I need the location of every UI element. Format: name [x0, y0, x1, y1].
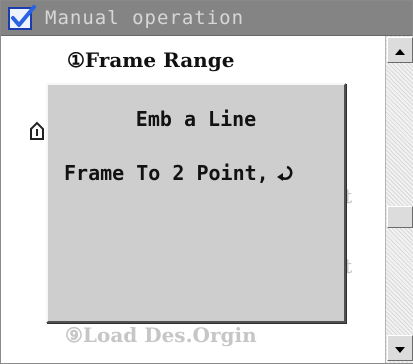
menu-item-frame-range[interactable]: ①Frame Range — [67, 48, 234, 72]
manual-operation-window: Manual operation ①Frame Range t t ⑨Load … — [0, 0, 413, 364]
checkbox-icon — [5, 2, 39, 34]
title-bar: Manual operation — [1, 1, 412, 36]
message-dialog: Emb a Line Frame To 2 Point, — [46, 83, 346, 323]
scroll-down-button[interactable] — [387, 335, 413, 361]
cursor-icon — [28, 120, 46, 146]
dialog-message-row: Frame To 2 Point, — [64, 161, 295, 185]
arrow-down-icon — [394, 339, 406, 358]
arrow-up-icon — [394, 41, 406, 60]
menu-item-load-des-origin[interactable]: ⑨Load Des.Orgin — [65, 323, 257, 347]
dialog-title: Emb a Line — [135, 107, 257, 131]
dialog-message: Frame To 2 Point, — [64, 161, 269, 185]
enter-icon — [273, 163, 295, 183]
scroll-thumb[interactable] — [387, 206, 413, 228]
window-title: Manual operation — [45, 7, 245, 29]
vertical-scrollbar[interactable] — [385, 36, 413, 363]
scroll-up-button[interactable] — [387, 37, 413, 63]
